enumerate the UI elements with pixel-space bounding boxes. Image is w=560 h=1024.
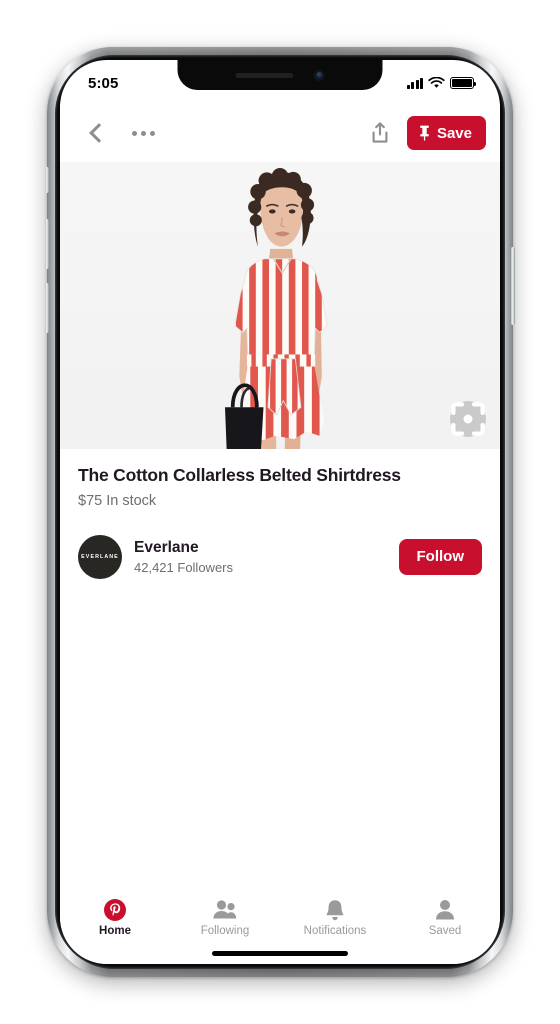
- share-button[interactable]: [359, 112, 401, 154]
- front-camera: [313, 69, 325, 81]
- cellular-signal-icon: [406, 77, 423, 89]
- product-price-availability: $75 In stock: [78, 492, 157, 509]
- people-icon: [212, 898, 238, 922]
- brand-row: EVERLANE Everlane 42,421 Followers Follo…: [78, 534, 482, 579]
- save-button-label: Save: [436, 124, 472, 142]
- volume-down-button[interactable]: [45, 283, 49, 333]
- pushpin-icon: [420, 125, 429, 141]
- earpiece-speaker: [235, 72, 294, 78]
- mute-switch[interactable]: [45, 167, 49, 193]
- tab-following-label: Following: [200, 925, 250, 937]
- visual-search-button[interactable]: [450, 401, 486, 437]
- device-notch: [177, 60, 383, 90]
- brand-followers: 42,421 Followers: [134, 559, 233, 575]
- product-photo-illustration: [60, 162, 500, 449]
- back-button[interactable]: [76, 112, 118, 154]
- nav-left-group: [76, 112, 164, 154]
- person-icon: [434, 898, 456, 922]
- power-button[interactable]: [511, 247, 515, 325]
- tab-saved[interactable]: Saved: [390, 898, 500, 937]
- tab-notifications[interactable]: Notifications: [280, 898, 390, 937]
- phone-screen: 5:05 Save The Cotton Collarless Belted S…: [60, 60, 500, 964]
- more-options-button[interactable]: [122, 112, 164, 154]
- brand-name[interactable]: Everlane: [134, 539, 387, 558]
- volume-up-button[interactable]: [45, 219, 49, 269]
- back-chevron-icon: [89, 123, 109, 143]
- tab-home[interactable]: Home: [60, 898, 170, 937]
- visual-search-lens-icon: [451, 402, 485, 436]
- product-details-panel: The Cotton Collarless Belted Shirtdress …: [60, 449, 500, 892]
- share-icon: [372, 122, 388, 143]
- save-button[interactable]: Save: [406, 116, 486, 150]
- status-time: 5:05: [88, 74, 119, 92]
- brand-meta: Everlane 42,421 Followers: [134, 539, 387, 575]
- product-image[interactable]: [60, 162, 500, 449]
- phone-mockup: 5:05 Save The Cotton Collarless Belted S…: [45, 47, 515, 977]
- pinterest-logo-icon: [103, 898, 127, 922]
- more-options-icon: [131, 130, 155, 136]
- navigation-bar: Save: [60, 104, 500, 162]
- home-indicator[interactable]: [212, 951, 348, 956]
- follow-button[interactable]: Follow: [398, 538, 482, 575]
- bell-icon: [324, 898, 346, 922]
- tab-notifications-label: Notifications: [303, 925, 367, 937]
- brand-avatar[interactable]: EVERLANE: [78, 534, 122, 579]
- tab-following[interactable]: Following: [170, 898, 280, 937]
- product-title: The Cotton Collarless Belted Shirtdress: [78, 465, 401, 485]
- wifi-icon: [428, 77, 445, 88]
- battery-full-icon: [450, 77, 477, 89]
- tab-home-label: Home: [99, 925, 131, 937]
- status-icons: [406, 77, 477, 89]
- tab-saved-label: Saved: [428, 925, 462, 937]
